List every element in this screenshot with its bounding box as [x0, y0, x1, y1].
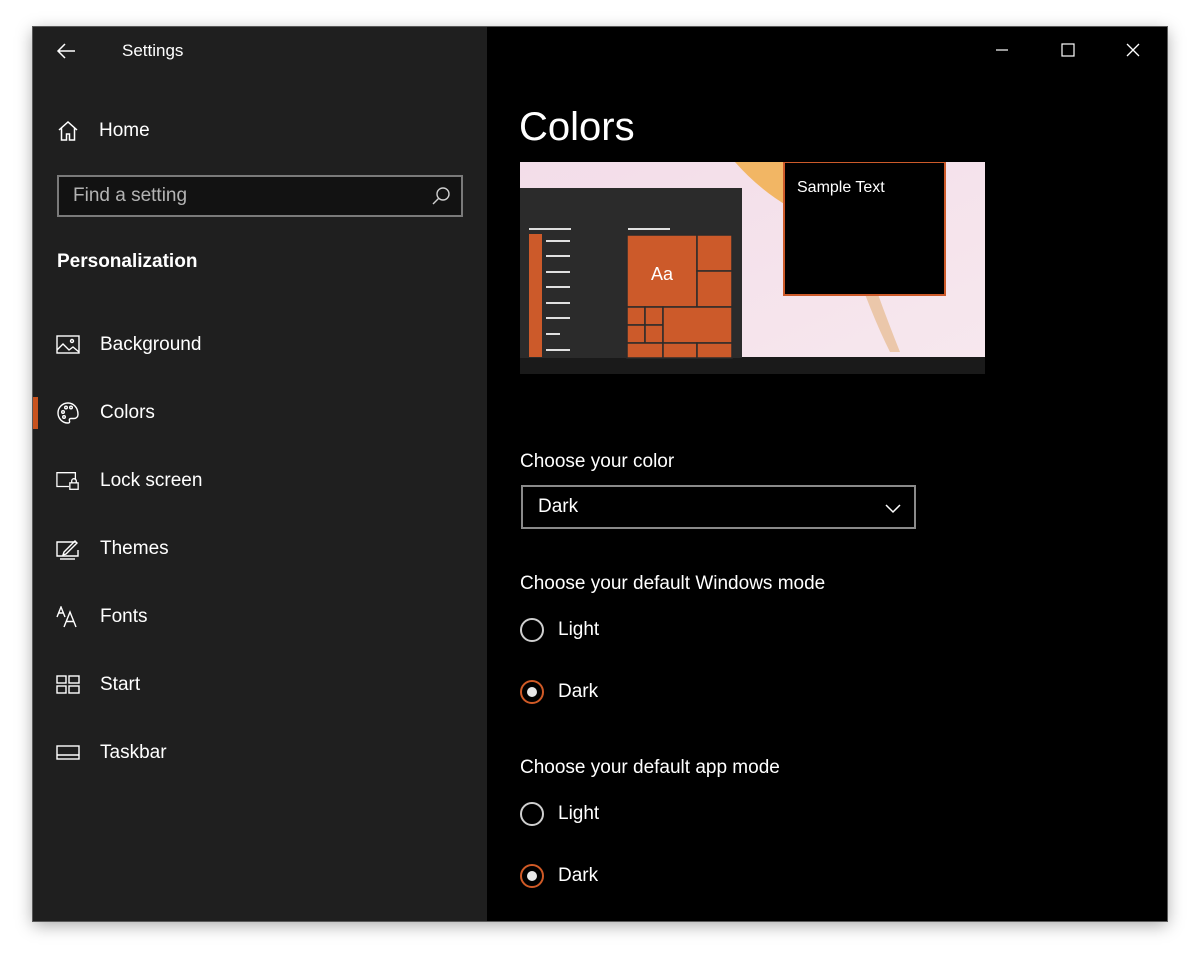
radio-button[interactable] — [520, 680, 544, 704]
image-icon — [56, 333, 80, 357]
sidebar-item-label: Taskbar — [100, 742, 167, 763]
sidebar: Settings Home Personalization Background — [33, 27, 487, 921]
sidebar-item-start[interactable]: Start — [33, 663, 487, 707]
sidebar-item-colors[interactable]: Colors — [33, 391, 487, 435]
preview-image: Aa Sample Text — [520, 162, 985, 374]
maximize-button[interactable] — [1045, 37, 1091, 63]
sidebar-item-label: Fonts — [100, 606, 148, 627]
app-mode-label: Choose your default app mode — [520, 757, 780, 778]
sidebar-item-fonts[interactable]: Fonts — [33, 595, 487, 639]
search-input[interactable] — [59, 177, 433, 215]
themes-icon — [56, 537, 80, 561]
sidebar-item-background[interactable]: Background — [33, 323, 487, 367]
palette-icon — [56, 401, 80, 425]
color-mode-dropdown[interactable]: Dark — [521, 485, 916, 529]
app-mode-light-option[interactable]: Light — [520, 798, 599, 830]
settings-window: Settings Home Personalization Background — [33, 27, 1167, 921]
section-heading: Personalization — [57, 251, 198, 272]
sidebar-item-taskbar[interactable]: Taskbar — [33, 731, 487, 775]
minimize-button[interactable] — [979, 37, 1025, 63]
app-title: Settings — [122, 41, 184, 60]
sidebar-item-themes[interactable]: Themes — [33, 527, 487, 571]
lock-screen-icon — [56, 469, 80, 493]
sample-text: Sample Text — [797, 179, 885, 196]
fonts-icon — [56, 605, 80, 629]
home-nav-item[interactable]: Home — [57, 115, 457, 147]
radio-label: Dark — [558, 865, 599, 886]
title-bar: Settings — [33, 27, 487, 75]
minimize-icon — [996, 49, 1008, 51]
close-button[interactable] — [1110, 37, 1156, 63]
maximize-icon — [1061, 43, 1075, 57]
sidebar-item-lock-screen[interactable]: Lock screen — [33, 459, 487, 503]
app-mode-dark-option[interactable]: Dark — [520, 860, 598, 892]
home-label: Home — [99, 120, 150, 141]
taskbar-icon — [56, 741, 80, 765]
windows-mode-light-option[interactable]: Light — [520, 614, 599, 646]
content-pane: Colors Aa Sample Text Choose your color … — [487, 27, 1167, 921]
radio-button[interactable] — [520, 864, 544, 888]
chevron-down-icon — [885, 504, 901, 514]
sidebar-item-label: Lock screen — [100, 470, 203, 491]
sidebar-item-label: Background — [100, 334, 202, 355]
search-box — [57, 175, 463, 217]
tile-text: Aa — [651, 264, 674, 284]
radio-label: Light — [558, 619, 600, 640]
sidebar-item-label: Start — [100, 674, 141, 695]
home-icon — [58, 120, 78, 141]
page-title: Colors — [519, 105, 635, 149]
close-icon — [1126, 43, 1140, 57]
start-icon — [56, 673, 80, 697]
search-icon[interactable] — [431, 186, 451, 206]
radio-label: Dark — [558, 681, 599, 702]
sidebar-item-label: Colors — [100, 402, 155, 423]
windows-mode-dark-option[interactable]: Dark — [520, 676, 598, 708]
back-arrow-icon — [56, 43, 75, 59]
theme-preview: Aa Sample Text — [520, 162, 985, 374]
radio-button[interactable] — [520, 618, 544, 642]
choose-color-label: Choose your color — [520, 451, 675, 472]
radio-label: Light — [558, 803, 600, 824]
windows-mode-label: Choose your default Windows mode — [520, 573, 826, 594]
dropdown-value: Dark — [538, 496, 579, 517]
back-button[interactable] — [55, 39, 79, 63]
radio-button[interactable] — [520, 802, 544, 826]
sidebar-item-label: Themes — [100, 538, 169, 559]
